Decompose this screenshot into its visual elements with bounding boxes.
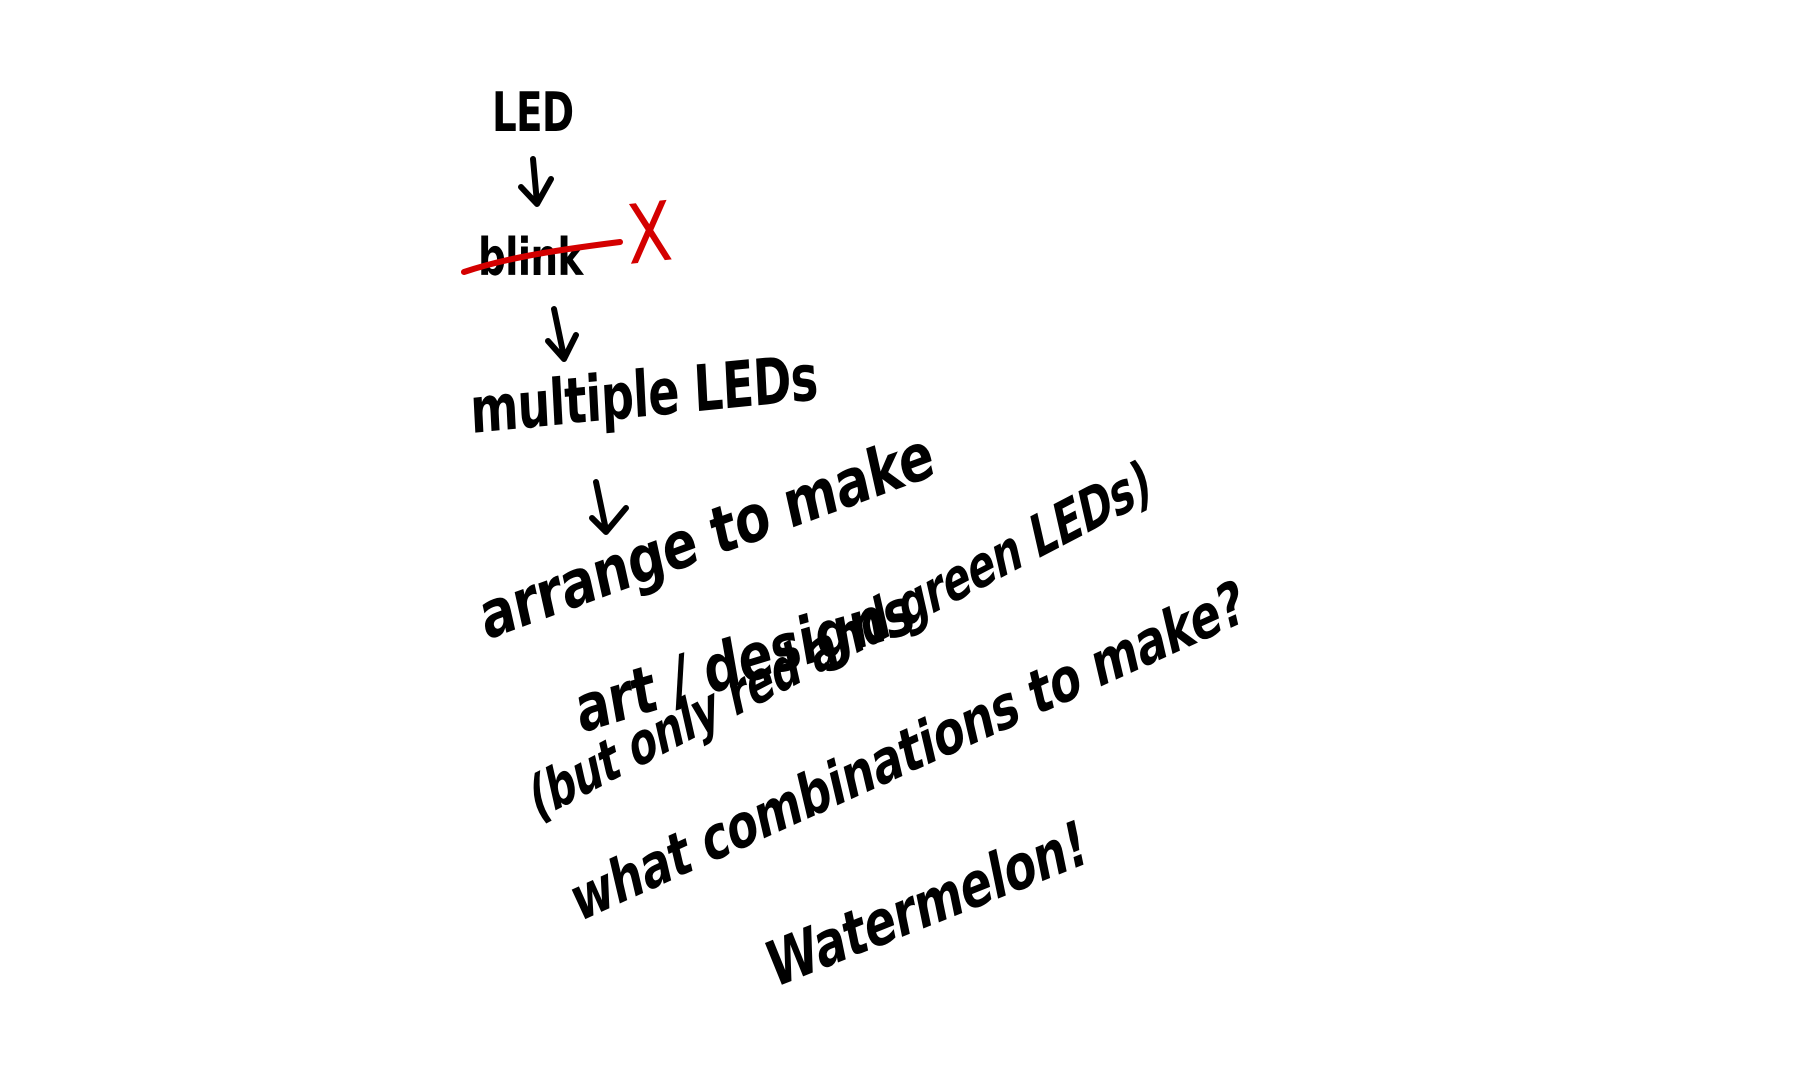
note-watermelon: Watermelon! (761, 806, 1093, 1004)
note-led: LED (492, 81, 574, 144)
whiteboard-canvas: LED blink X multiple LEDs arrange to mak… (0, 0, 1802, 1070)
arrow-down-icon (545, 306, 579, 362)
note-multiple-leds: multiple LEDs (468, 341, 820, 449)
rejected-x-mark: X (623, 184, 675, 284)
strikethrough-line (461, 239, 623, 275)
arrow-down-icon (518, 156, 554, 207)
